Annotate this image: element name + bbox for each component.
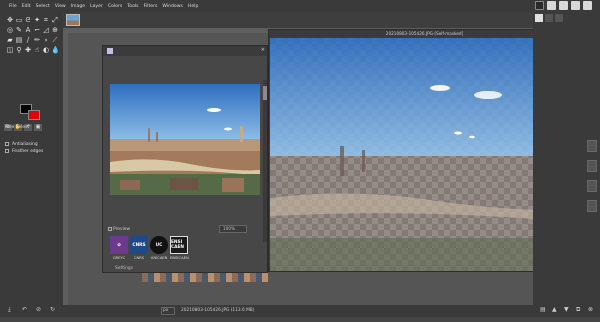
dialog-scrollbar-thumb[interactable] <box>263 86 267 100</box>
image-tab-bar <box>63 12 533 28</box>
tool-options-title: Free Select <box>5 125 30 130</box>
save-options-icon[interactable]: ⤓ <box>8 306 11 314</box>
dialog-scrollbar[interactable] <box>263 80 267 242</box>
background-color[interactable] <box>28 110 40 120</box>
dialog-close-icon[interactable]: × <box>261 47 265 53</box>
font-dock-icon[interactable] <box>559 1 568 10</box>
menu-image[interactable]: Image <box>71 4 85 9</box>
greyc-logo: ✿ <box>110 236 128 254</box>
greyc-label: GREYC <box>112 256 126 260</box>
fuzzy-select-icon[interactable]: ✦ <box>33 16 41 24</box>
unit-select[interactable]: px <box>161 307 175 315</box>
menu-colors[interactable]: Colors <box>108 4 122 9</box>
pencil-icon[interactable]: ✏ <box>33 36 41 44</box>
delete-layer-icon[interactable]: ⊗ <box>588 306 593 313</box>
measure-icon[interactable]: ◿ <box>42 26 50 34</box>
raise-layer-icon[interactable]: ▲ <box>552 306 557 313</box>
paths-tab-icon[interactable] <box>555 14 563 22</box>
heal-icon[interactable]: ✚ <box>24 46 32 54</box>
unicaen-label: UNICAEN <box>150 256 168 260</box>
smudge-icon[interactable]: ☝ <box>33 46 41 54</box>
menu-filters[interactable]: Filters <box>144 4 158 9</box>
preview-checkbox[interactable] <box>108 227 112 231</box>
layer-item-2[interactable] <box>587 160 597 172</box>
gimp-window: { "menu": ["File", "Edit", "Select", "Vi… <box>0 0 600 322</box>
delete-icon[interactable]: ⊘ <box>36 306 41 313</box>
brush-dock-icon[interactable] <box>535 1 544 10</box>
layer-item-3[interactable] <box>587 180 597 192</box>
ensicaen-logo: ENSI CAEN <box>170 236 188 254</box>
gmic-dialog: × Preview 100% ✿ CNRS UC ENSI CAEN GREYC… <box>102 45 268 273</box>
color-swatches[interactable] <box>20 104 42 122</box>
blur-icon[interactable]: 💧 <box>51 46 60 54</box>
layers-dock-icon[interactable] <box>571 1 580 10</box>
warp-icon[interactable]: ◎ <box>6 26 14 34</box>
toolbox: ✥ ▭ ᘓ ✦ ⌗ ⤢ ◎ ✎ A ⌐ ◿ ⊕ ▰ ▤ ∕ ✏ ⸗ ⟋ ◫ ⚲ … <box>0 12 63 317</box>
cnrs-logo: CNRS <box>130 236 148 254</box>
layer-item-1[interactable] <box>587 140 597 152</box>
restore-icon[interactable]: ↶ <box>22 306 27 313</box>
antialiasing-label: Antialiasing <box>12 142 38 147</box>
credits-logos: ✿ CNRS UC ENSI CAEN <box>110 236 188 254</box>
clone-icon[interactable]: ⚲ <box>15 46 23 54</box>
menu-layer[interactable]: Layer <box>90 4 103 9</box>
gradient-icon[interactable]: ▤ <box>15 36 23 44</box>
channels-dock-icon[interactable] <box>583 1 592 10</box>
channels-tab-icon[interactable] <box>545 14 553 22</box>
dodge-burn-icon[interactable]: ◐ <box>42 46 50 54</box>
pattern-dock-icon[interactable] <box>547 1 556 10</box>
unified-transform-icon[interactable]: ⤢ <box>51 16 59 24</box>
lower-layer-icon[interactable]: ▼ <box>564 306 569 313</box>
tool-grid: ✥ ▭ ᘓ ✦ ⌗ ⤢ ◎ ✎ A ⌐ ◿ ⊕ ▰ ▤ ∕ ✏ ⸗ ⟋ ◫ ⚲ … <box>6 16 60 55</box>
status-filename: 20210803-105426.JPG (113.6 MB) <box>181 308 255 313</box>
menu-edit[interactable]: Edit <box>22 4 31 9</box>
cnrs-label: CNRS <box>133 256 145 260</box>
unicaen-logo: UC <box>150 236 168 254</box>
menu-windows[interactable]: Windows <box>162 4 183 9</box>
status-bar: px 20210803-105426.JPG (113.6 MB) <box>63 305 533 317</box>
menu-bar: File Edit Select View Image Layer Colors… <box>0 0 600 12</box>
ink-icon[interactable]: ⟋ <box>51 36 59 44</box>
image-tab-thumbnail[interactable] <box>66 14 80 26</box>
gmic-logo-icon <box>107 48 113 54</box>
canvas-image-strip <box>142 272 268 282</box>
dialog-titlebar[interactable]: × <box>103 46 267 56</box>
preview-label: Preview <box>113 227 131 232</box>
preview-image[interactable] <box>110 84 260 195</box>
paths-icon[interactable]: ✎ <box>15 26 23 34</box>
zoom-tool-icon[interactable]: ⊕ <box>51 26 59 34</box>
right-dock-tabs <box>535 14 563 22</box>
menu-view[interactable]: View <box>55 4 66 9</box>
antialiasing-checkbox[interactable] <box>5 142 9 146</box>
reset-icon[interactable]: ↻ <box>50 306 55 313</box>
images-tab-icon[interactable]: ▣ <box>34 124 42 131</box>
duplicate-layer-icon[interactable]: ⧉ <box>576 306 580 314</box>
zoom-field[interactable]: 100% <box>219 225 247 233</box>
bucket-fill-icon[interactable]: ▰ <box>6 36 14 44</box>
crop-icon[interactable]: ⌗ <box>42 16 50 24</box>
airbrush-icon[interactable]: ⸗ <box>42 36 50 44</box>
menu-tools[interactable]: Tools <box>127 4 138 9</box>
menu-select[interactable]: Select <box>36 4 50 9</box>
feather-edges-checkbox[interactable] <box>5 149 9 153</box>
eraser-icon[interactable]: ◫ <box>6 46 14 54</box>
color-picker-icon[interactable]: ⌐ <box>33 26 41 34</box>
settings-label[interactable]: Settings <box>115 266 133 271</box>
dock-icons <box>535 1 592 10</box>
credits-labels: GREYC CNRS UNICAEN ENSICAEN <box>110 256 189 260</box>
paintbrush-icon[interactable]: ∕ <box>24 36 32 44</box>
vertical-ruler[interactable] <box>63 28 68 305</box>
menu-help[interactable]: Help <box>188 4 198 9</box>
layer-item-4[interactable] <box>587 200 597 212</box>
rect-select-icon[interactable]: ▭ <box>15 16 23 24</box>
feather-edges-label: Feather edges <box>12 149 44 154</box>
layers-tab-icon[interactable] <box>535 14 543 22</box>
new-layer-icon[interactable]: ▤ <box>540 306 546 313</box>
ensicaen-label: ENSICAEN <box>170 256 189 260</box>
menu-file[interactable]: File <box>9 4 17 9</box>
text-tool-icon[interactable]: A <box>24 26 32 34</box>
free-select-icon[interactable]: ᘓ <box>24 16 32 24</box>
move-tool-icon[interactable]: ✥ <box>6 16 14 24</box>
